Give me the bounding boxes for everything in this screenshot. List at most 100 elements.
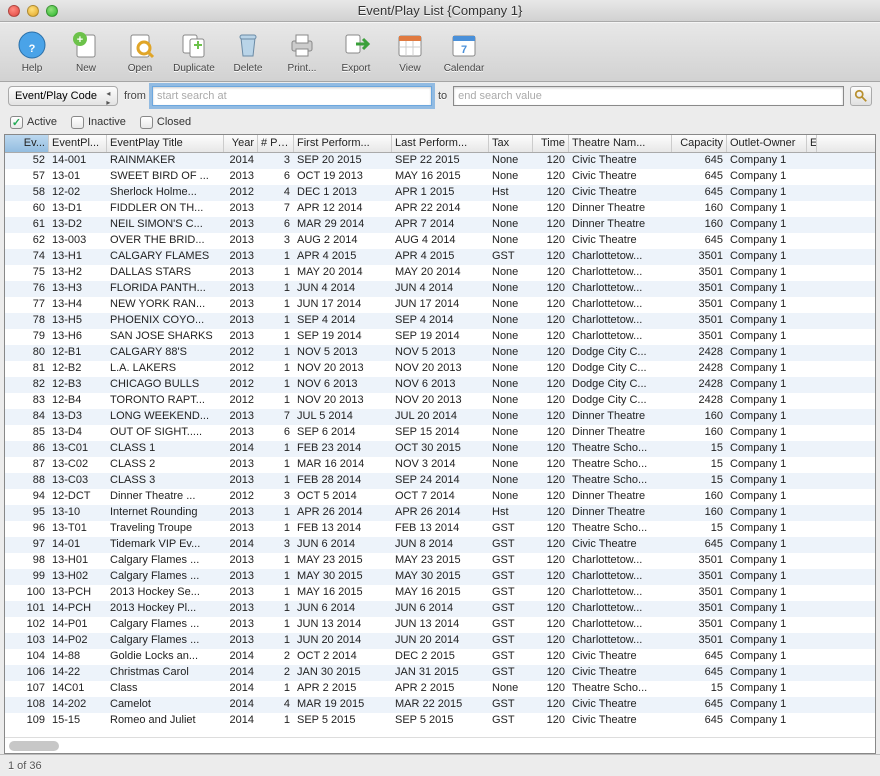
table-row[interactable]: 10314-P02Calgary Flames ...20131JUN 20 2… <box>5 633 875 649</box>
table-row[interactable]: 9613-T01Traveling Troupe20131FEB 13 2014… <box>5 521 875 537</box>
export-button[interactable]: Export <box>332 29 380 74</box>
closed-checkbox[interactable]: Closed <box>140 116 191 129</box>
column-header-ev[interactable]: Ev... <box>5 135 49 152</box>
table-row[interactable]: 10414-88Goldie Locks an...20142OCT 2 201… <box>5 649 875 665</box>
cell-owner: Company 1 <box>727 153 807 169</box>
cell-year: 2013 <box>224 473 258 489</box>
table-row[interactable]: 5713-01SWEET BIRD OF ...20136OCT 19 2013… <box>5 169 875 185</box>
table-row[interactable]: 10214-P01Calgary Flames ...20131JUN 13 2… <box>5 617 875 633</box>
table-row[interactable]: 9513-10Internet Rounding20131APR 26 2014… <box>5 505 875 521</box>
column-header-first[interactable]: First Perform... <box>294 135 392 152</box>
duplicate-button[interactable]: Duplicate <box>170 29 218 74</box>
cell-title: OVER THE BRID... <box>107 233 224 249</box>
cell-last: APR 4 2015 <box>392 249 489 265</box>
cell-cap: 645 <box>672 185 727 201</box>
table-row[interactable]: 6013-D1FIDDLER ON TH...20137APR 12 2014A… <box>5 201 875 217</box>
table-row[interactable]: 8813-C03CLASS 320131FEB 28 2014SEP 24 20… <box>5 473 875 489</box>
table-row[interactable]: 10114-PCH2013 Hockey Pl...20131JUN 6 201… <box>5 601 875 617</box>
cell-ex <box>807 361 817 377</box>
cell-owner: Company 1 <box>727 521 807 537</box>
cell-first: JUN 6 2014 <box>294 537 392 553</box>
table-row[interactable]: 9913-H02Calgary Flames ...20131MAY 30 20… <box>5 569 875 585</box>
cell-title: Calgary Flames ... <box>107 569 224 585</box>
cell-first: JUL 5 2014 <box>294 409 392 425</box>
cell-ex <box>807 633 817 649</box>
table-row[interactable]: 5214-001RAINMAKER20143SEP 20 2015SEP 22 … <box>5 153 875 169</box>
search-to-input[interactable] <box>453 86 844 106</box>
column-header-perf[interactable]: # Perf <box>258 135 294 152</box>
help-button[interactable]: ? Help <box>8 29 56 74</box>
open-button[interactable]: Open <box>116 29 164 74</box>
cell-year: 2013 <box>224 265 258 281</box>
active-checkbox[interactable]: ✓Active <box>10 116 57 129</box>
inactive-checkbox[interactable]: Inactive <box>71 116 126 129</box>
table-row[interactable]: 7713-H4NEW YORK RAN...20131JUN 17 2014JU… <box>5 297 875 313</box>
column-header-time[interactable]: Time <box>533 135 569 152</box>
column-header-year[interactable]: Year <box>224 135 258 152</box>
cell-cap: 3501 <box>672 601 727 617</box>
calendar-button[interactable]: 7 Calendar <box>440 29 488 74</box>
cell-title: Calgary Flames ... <box>107 553 224 569</box>
cell-time: 120 <box>533 521 569 537</box>
column-header-cap[interactable]: Capacity <box>672 135 727 152</box>
cell-ev: 88 <box>5 473 49 489</box>
column-header-tax[interactable]: Tax <box>489 135 533 152</box>
table-row[interactable]: 7513-H2DALLAS STARS20131MAY 20 2014MAY 2… <box>5 265 875 281</box>
table-row[interactable]: 10013-PCH2013 Hockey Se...20131MAY 16 20… <box>5 585 875 601</box>
horizontal-scrollbar[interactable] <box>5 737 875 753</box>
table-row[interactable]: 8112-B2L.A. LAKERS20121NOV 20 2013NOV 20… <box>5 361 875 377</box>
table-row[interactable]: 10814-202Camelot20144MAR 19 2015MAR 22 2… <box>5 697 875 713</box>
zoom-icon[interactable] <box>46 5 58 17</box>
table-row[interactable]: 10915-15Romeo and Juliet20141SEP 5 2015S… <box>5 713 875 729</box>
table-row[interactable]: 10714C01Class20141APR 2 2015APR 2 2015No… <box>5 681 875 697</box>
table-row[interactable]: 9412-DCTDinner Theatre ...20123OCT 5 201… <box>5 489 875 505</box>
table-row[interactable]: 7613-H3FLORIDA PANTH...20131JUN 4 2014JU… <box>5 281 875 297</box>
column-header-code[interactable]: EventPl... <box>49 135 107 152</box>
cell-perf: 6 <box>258 425 294 441</box>
table-row[interactable]: 7813-H5PHOENIX COYO...20131SEP 4 2014SEP… <box>5 313 875 329</box>
cell-title: Internet Rounding <box>107 505 224 521</box>
column-header-last[interactable]: Last Perform... <box>392 135 489 152</box>
table-row[interactable]: 5812-02Sherlock Holme...20124DEC 1 2013A… <box>5 185 875 201</box>
table-row[interactable]: 7413-H1CALGARY FLAMES20131APR 4 2015APR … <box>5 249 875 265</box>
table-row[interactable]: 8212-B3CHICAGO BULLS20121NOV 6 2013NOV 6… <box>5 377 875 393</box>
new-button[interactable]: + New <box>62 29 110 74</box>
cell-code: 13-D2 <box>49 217 107 233</box>
table-body[interactable]: 5214-001RAINMAKER20143SEP 20 2015SEP 22 … <box>5 153 875 737</box>
table-row[interactable]: 8613-C01CLASS 120141FEB 23 2014OCT 30 20… <box>5 441 875 457</box>
cell-title: CALGARY 88'S <box>107 345 224 361</box>
cell-code: 12-B3 <box>49 377 107 393</box>
table-row[interactable]: 9813-H01Calgary Flames ...20131MAY 23 20… <box>5 553 875 569</box>
cell-theatre: Civic Theatre <box>569 153 672 169</box>
table-row[interactable]: 6113-D2NEIL SIMON'S C...20136MAR 29 2014… <box>5 217 875 233</box>
table-row[interactable]: 8012-B1CALGARY 88'S20121NOV 5 2013NOV 5 … <box>5 345 875 361</box>
table-row[interactable]: 8513-D4OUT OF SIGHT.....20136SEP 6 2014S… <box>5 425 875 441</box>
cell-last: MAR 22 2015 <box>392 697 489 713</box>
table-row[interactable]: 9714-01Tidemark VIP Ev...20143JUN 6 2014… <box>5 537 875 553</box>
close-icon[interactable] <box>8 5 20 17</box>
cell-tax: None <box>489 361 533 377</box>
table-row[interactable]: 6213-003OVER THE BRID...20133AUG 2 2014A… <box>5 233 875 249</box>
minimize-icon[interactable] <box>27 5 39 17</box>
cell-cap: 645 <box>672 153 727 169</box>
cell-year: 2012 <box>224 489 258 505</box>
scrollbar-thumb[interactable] <box>9 741 59 751</box>
search-field-select[interactable]: Event/Play Code <box>8 86 118 106</box>
column-header-title[interactable]: EventPlay Title <box>107 135 224 152</box>
search-from-input[interactable] <box>152 86 432 106</box>
cell-theatre: Theatre Scho... <box>569 441 672 457</box>
column-header-ex[interactable]: E <box>807 135 817 152</box>
cell-title: L.A. LAKERS <box>107 361 224 377</box>
table-row[interactable]: 8413-D3LONG WEEKEND...20137JUL 5 2014JUL… <box>5 409 875 425</box>
table-row[interactable]: 8713-C02CLASS 220131MAR 16 2014NOV 3 201… <box>5 457 875 473</box>
table-row[interactable]: 8312-B4TORONTO RAPT...20121NOV 20 2013NO… <box>5 393 875 409</box>
column-header-owner[interactable]: Outlet-Owner <box>727 135 807 152</box>
delete-button[interactable]: Delete <box>224 29 272 74</box>
column-header-theatre[interactable]: Theatre Nam... <box>569 135 672 152</box>
table-row[interactable]: 7913-H6SAN JOSE SHARKS20131SEP 19 2014SE… <box>5 329 875 345</box>
view-button[interactable]: View <box>386 29 434 74</box>
cell-last: MAY 16 2015 <box>392 169 489 185</box>
table-row[interactable]: 10614-22Christmas Carol20142JAN 30 2015J… <box>5 665 875 681</box>
search-button[interactable] <box>850 86 872 106</box>
print-button[interactable]: Print... <box>278 29 326 74</box>
